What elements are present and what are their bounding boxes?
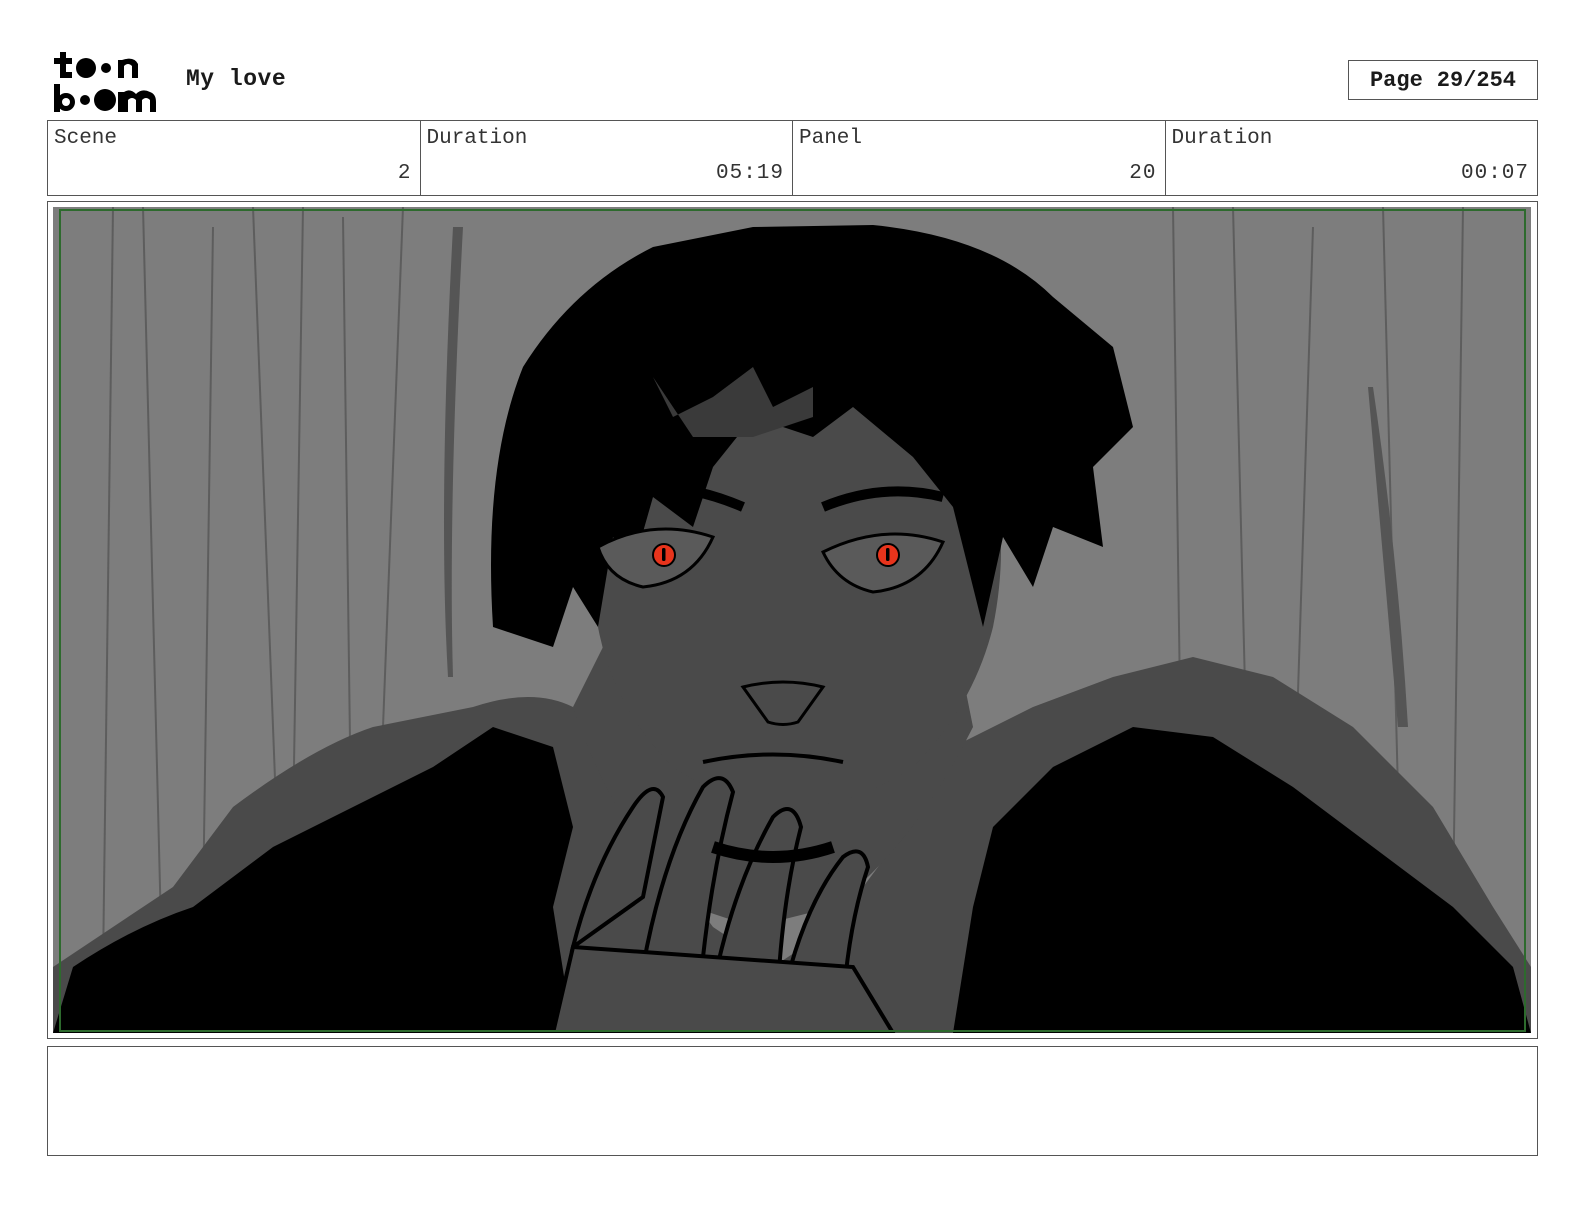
- panel-duration-value: 00:07: [1460, 162, 1529, 185]
- page-label: Page: [1369, 67, 1423, 93]
- panel-label: Panel: [799, 127, 863, 150]
- scene-duration-cell: Duration 05:19: [421, 121, 793, 195]
- storyboard-panel-frame: [47, 201, 1538, 1039]
- scene-value: 2: [397, 162, 412, 185]
- scene-duration-label: Duration: [426, 127, 528, 150]
- panel-duration-cell: Duration 00:07: [1166, 121, 1538, 195]
- scene-info-table: Scene 2 Duration 05:19 Panel 20 Duration…: [47, 120, 1538, 196]
- panel-notes-box: [47, 1046, 1538, 1156]
- scene-duration-value: 05:19: [715, 162, 784, 185]
- scene-label: Scene: [54, 127, 118, 150]
- project-title: My love: [186, 66, 287, 92]
- panel-value: 20: [1129, 162, 1157, 185]
- page-number: 29/254: [1436, 67, 1517, 93]
- storyboard-drawing: [53, 207, 1531, 1033]
- panel-duration-label: Duration: [1171, 127, 1273, 150]
- page-indicator: Page 29/254: [1348, 60, 1538, 100]
- scene-cell: Scene 2: [48, 121, 421, 195]
- toonboom-logo: [52, 50, 164, 114]
- panel-cell: Panel 20: [793, 121, 1166, 195]
